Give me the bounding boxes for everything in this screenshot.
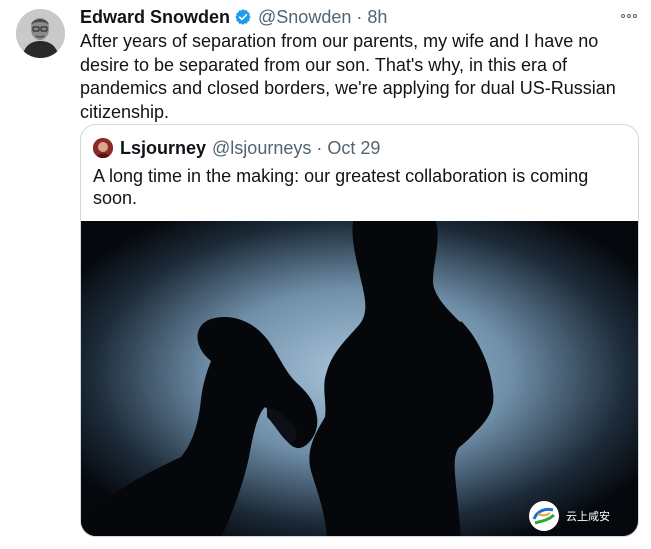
watermark-logo-icon — [529, 501, 559, 531]
tweet-timestamp[interactable]: 8h — [367, 7, 387, 28]
author-avatar[interactable] — [16, 9, 65, 58]
watermark-text: 云上咸安 — [566, 510, 610, 523]
quoted-tweet[interactable]: Lsjourney @lsjourneys · Oct 29 A long ti… — [80, 124, 639, 537]
quoted-tweet-date: Oct 29 — [327, 137, 381, 158]
verified-badge-icon — [234, 8, 252, 26]
author-handle[interactable]: @Snowden — [258, 7, 351, 28]
tweet-text: After years of separation from our paren… — [80, 31, 616, 122]
quoted-tweet-header: Lsjourney @lsjourneys · Oct 29 — [93, 136, 380, 160]
quoted-tweet-photo[interactable]: 云上咸安 — [81, 221, 638, 536]
photo-watermark: 云上咸安 — [529, 501, 610, 531]
quoted-tweet-text: A long time in the making: our greatest … — [93, 166, 589, 208]
separator-dot: · — [356, 6, 363, 27]
quoted-separator-dot: · — [316, 137, 323, 158]
quoted-author-avatar — [93, 138, 113, 158]
author-name[interactable]: Edward Snowden — [80, 7, 230, 28]
tweet[interactable]: Edward Snowden @Snowden · 8h After years… — [0, 0, 651, 549]
more-options-icon[interactable] — [617, 6, 641, 26]
tweet-header: Edward Snowden @Snowden · 8h — [80, 5, 611, 29]
quoted-author-name: Lsjourney — [120, 137, 207, 158]
quoted-author-handle: @lsjourneys — [212, 137, 312, 158]
